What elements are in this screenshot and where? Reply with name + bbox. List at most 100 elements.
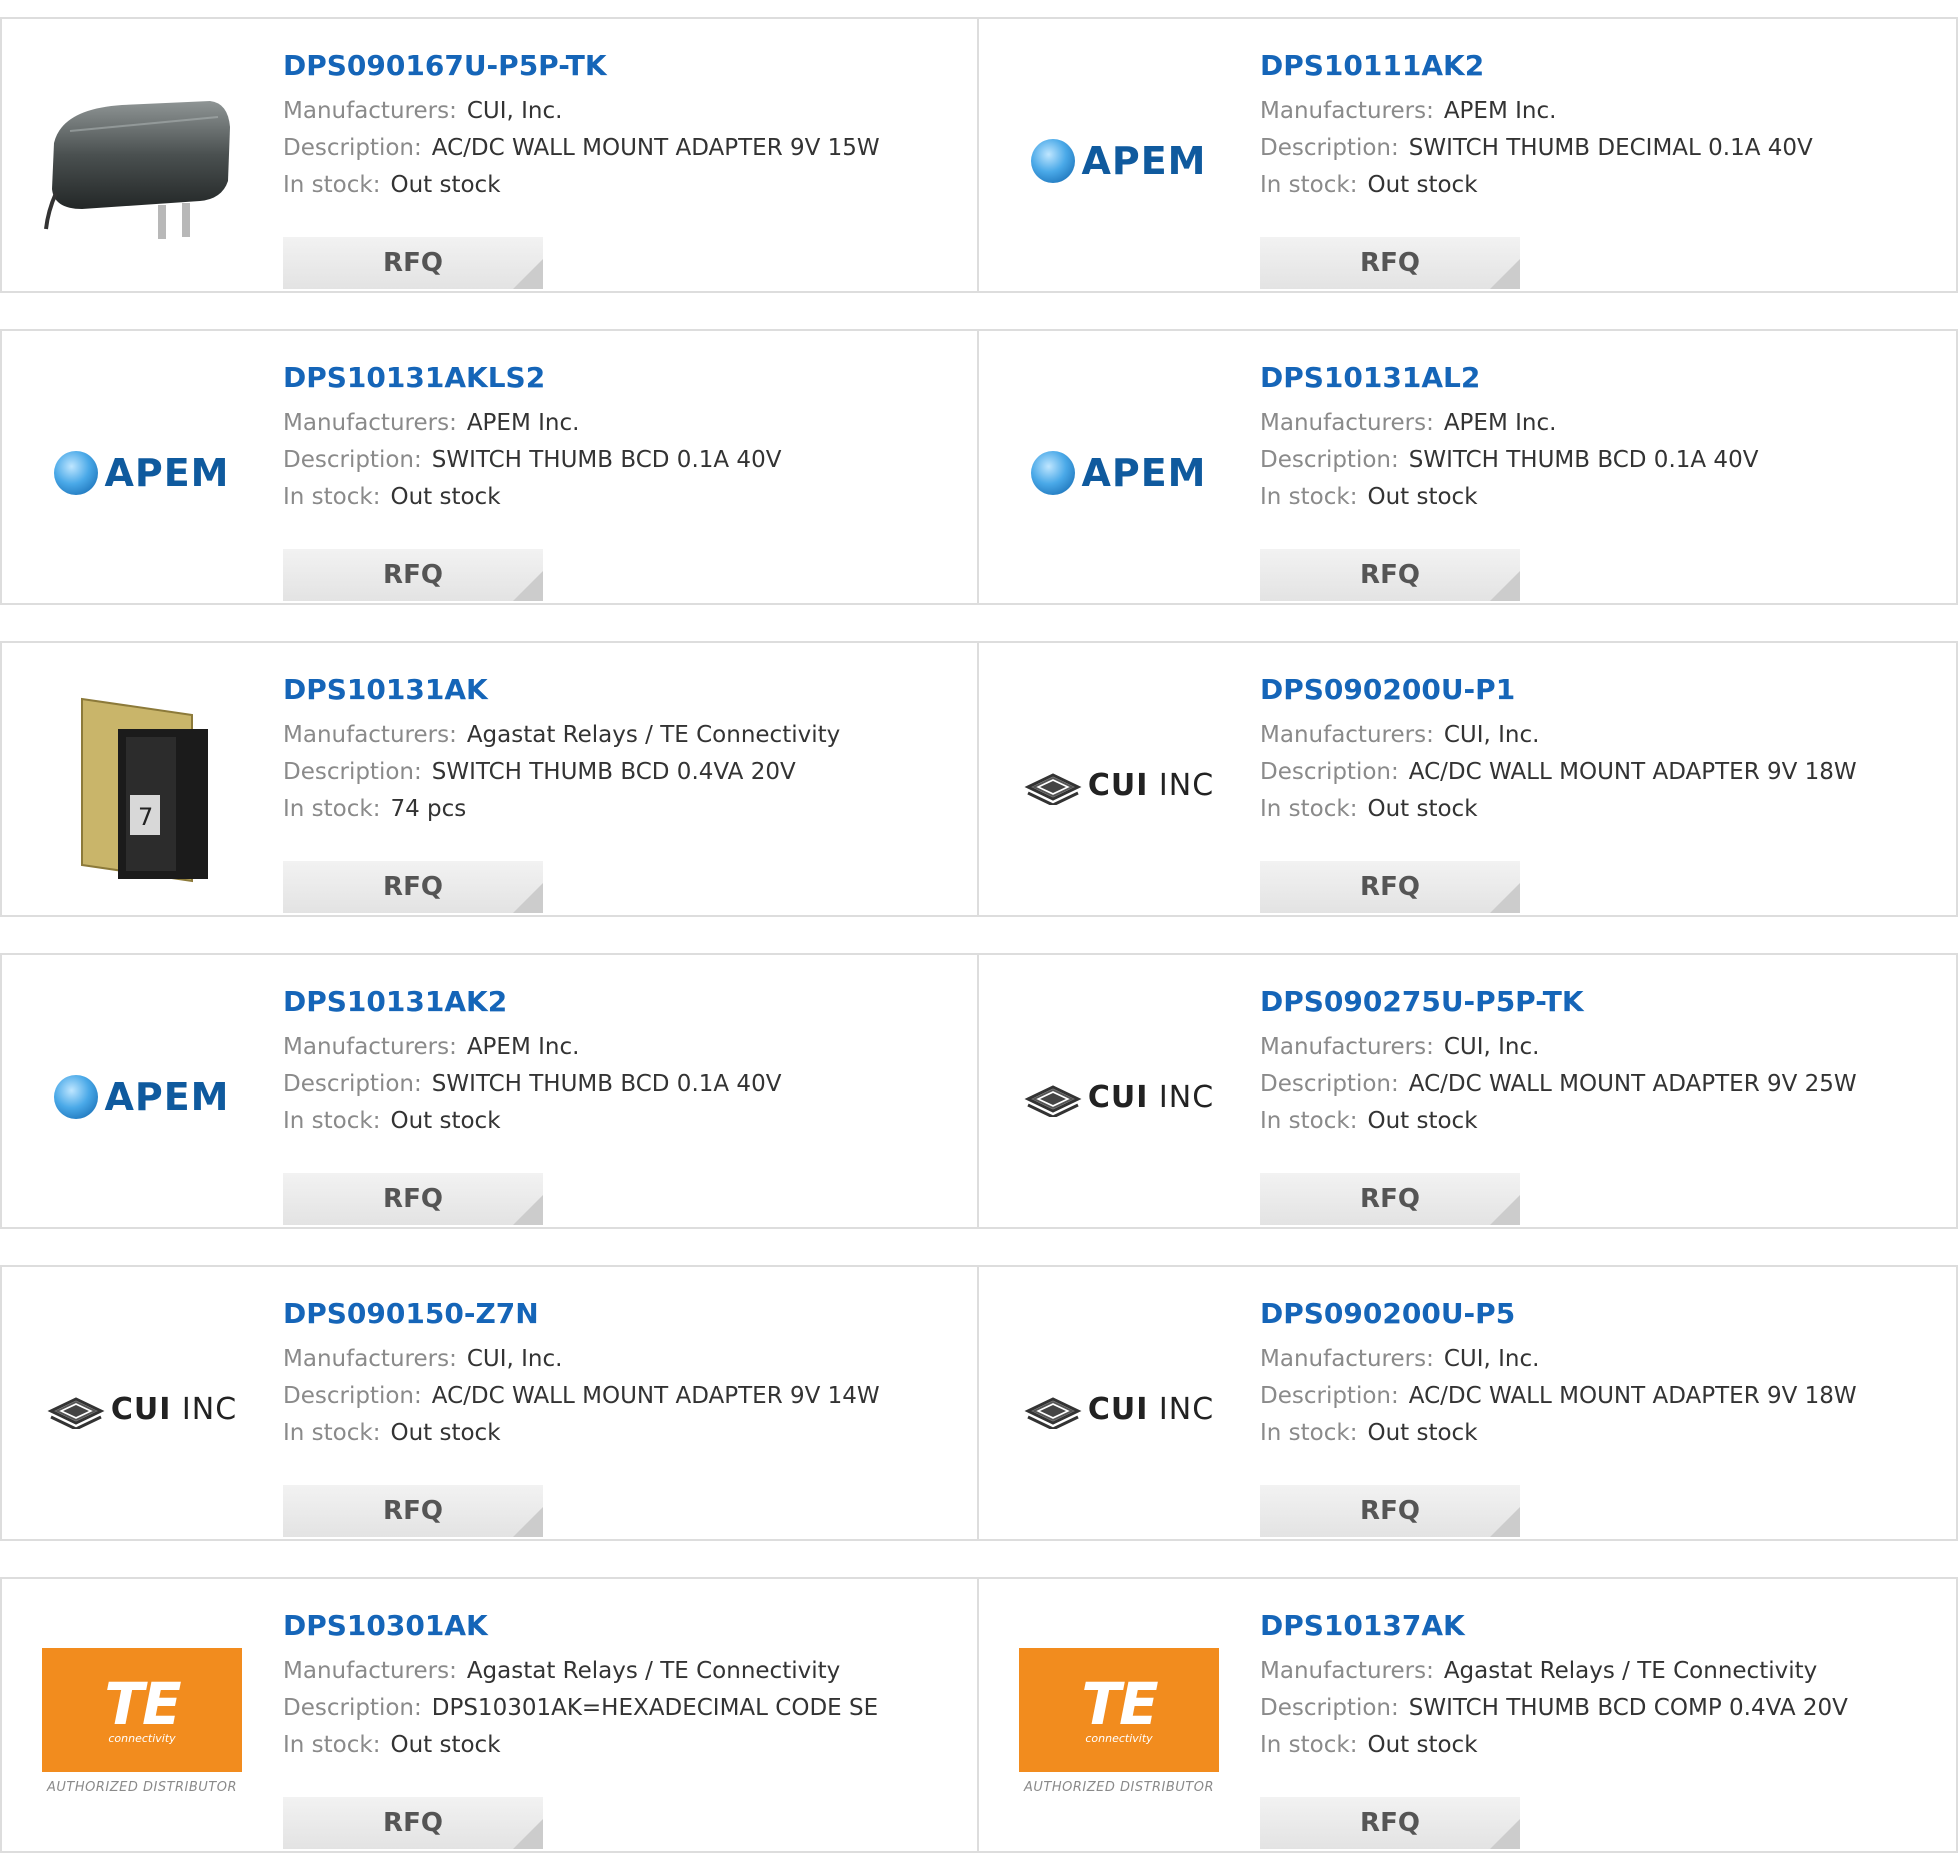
description-value: SWITCH THUMB DECIMAL 0.1A 40V: [1408, 135, 1813, 161]
rfq-button[interactable]: RFQ: [1260, 237, 1520, 289]
rfq-button[interactable]: RFQ: [1260, 1173, 1520, 1225]
product-thumbnail[interactable]: [42, 61, 242, 261]
description-value: SWITCH THUMB BCD 0.1A 40V: [431, 1071, 782, 1097]
rfq-corner-decoration: [1490, 1195, 1520, 1225]
product-thumbnail[interactable]: APEM: [1019, 373, 1219, 573]
description-line: Description: AC/DC WALL MOUNT ADAPTER 9V …: [1260, 1378, 1940, 1415]
product-row: APEM DPS10131AKLS2 Manufacturers: APEM Inc.…: [0, 329, 1958, 605]
product-info: DPS090200U-P5 Manufacturers: CUI, Inc. Desc…: [1260, 1297, 1940, 1452]
description-value: AC/DC WALL MOUNT ADAPTER 9V 14W: [431, 1383, 880, 1409]
svg-text:7: 7: [138, 803, 153, 831]
stock-label: In stock:: [1260, 1420, 1358, 1446]
product-card: CUI INC DPS090275U-P5P-TK Manufacturers: CU…: [979, 955, 1958, 1227]
cui-logo-light: INC: [1158, 1391, 1215, 1427]
stock-label: In stock:: [1260, 796, 1358, 822]
rfq-button[interactable]: RFQ: [1260, 1485, 1520, 1537]
description-line: Description: SWITCH THUMB BCD COMP 0.4VA …: [1260, 1690, 1940, 1727]
rfq-label: RFQ: [1360, 1496, 1420, 1526]
description-line: Description: AC/DC WALL MOUNT ADAPTER 9V …: [1260, 1066, 1940, 1103]
part-number-link[interactable]: DPS090200U-P5: [1260, 1297, 1940, 1331]
stock-value: Out stock: [1367, 1732, 1478, 1758]
product-thumbnail[interactable]: APEM: [1019, 61, 1219, 261]
stock-value: Out stock: [390, 484, 501, 510]
part-number-link[interactable]: DPS10131AL2: [1260, 361, 1940, 395]
description-line: Description: SWITCH THUMB BCD 0.4VA 20V: [283, 754, 963, 791]
cui-layers-icon: [47, 1397, 105, 1429]
manufacturer-line: Manufacturers: CUI, Inc.: [1260, 717, 1940, 754]
manufacturer-value: APEM Inc.: [1443, 410, 1557, 436]
product-thumbnail[interactable]: CUI INC: [42, 1309, 242, 1509]
stock-line: In stock: Out stock: [1260, 1415, 1940, 1452]
apem-logo-text: APEM: [1081, 139, 1207, 183]
rfq-corner-decoration: [513, 1507, 543, 1537]
description-line: Description: SWITCH THUMB BCD 0.1A 40V: [283, 1066, 963, 1103]
product-card: CUI INC DPS090150-Z7N Manufacturers: CUI, I…: [0, 1267, 979, 1539]
rfq-button[interactable]: RFQ: [283, 1173, 543, 1225]
manufacturer-value: CUI, Inc.: [466, 98, 563, 124]
product-thumbnail[interactable]: APEM: [42, 997, 242, 1197]
thumbwheel-switch-image: 7: [81, 697, 208, 883]
manufacturer-value: CUI, Inc.: [1443, 1346, 1540, 1372]
rfq-button[interactable]: RFQ: [1260, 861, 1520, 913]
part-number-link[interactable]: DPS10131AK: [283, 673, 963, 707]
manufacturer-label: Manufacturers:: [283, 410, 457, 436]
stock-line: In stock: Out stock: [1260, 1103, 1940, 1140]
rfq-button[interactable]: RFQ: [283, 237, 543, 289]
rfq-button[interactable]: RFQ: [283, 1797, 543, 1849]
stock-value: Out stock: [390, 1108, 501, 1134]
product-thumbnail[interactable]: CUI INC: [1019, 685, 1219, 885]
stock-value: Out stock: [390, 1732, 501, 1758]
description-label: Description:: [1260, 1695, 1399, 1721]
product-info: DPS10131AK Manufacturers: Agastat Relays /…: [283, 673, 963, 828]
cui-logo: CUI INC: [1024, 1077, 1214, 1117]
stock-line: In stock: 74 pcs: [283, 791, 963, 828]
part-number-link[interactable]: DPS090150-Z7N: [283, 1297, 963, 1331]
rfq-button[interactable]: RFQ: [283, 1485, 543, 1537]
product-thumbnail[interactable]: CUI INC: [1019, 1309, 1219, 1509]
product-card: APEM DPS10131AL2 Manufacturers: APEM Inc. De…: [979, 331, 1958, 603]
rfq-button[interactable]: RFQ: [283, 549, 543, 601]
description-line: Description: AC/DC WALL MOUNT ADAPTER 9V …: [1260, 754, 1940, 791]
part-number-link[interactable]: DPS10131AKLS2: [283, 361, 963, 395]
rfq-button[interactable]: RFQ: [1260, 549, 1520, 601]
te-logo-box: TE connectivity: [42, 1647, 242, 1772]
part-number-link[interactable]: DPS10111AK2: [1260, 49, 1940, 83]
product-thumbnail[interactable]: TE connectivity AUTHORIZED DISTRIBUTOR: [42, 1621, 242, 1821]
description-label: Description:: [1260, 447, 1399, 473]
rfq-button[interactable]: RFQ: [283, 861, 543, 913]
description-value: AC/DC WALL MOUNT ADAPTER 9V 15W: [431, 135, 880, 161]
description-label: Description:: [283, 1383, 422, 1409]
cui-layers-icon: [1024, 1085, 1082, 1117]
manufacturer-value: Agastat Relays / TE Connectivity: [1443, 1658, 1818, 1684]
part-number-link[interactable]: DPS10137AK: [1260, 1609, 1940, 1643]
stock-line: In stock: Out stock: [283, 1727, 963, 1764]
product-thumbnail[interactable]: TE connectivity AUTHORIZED DISTRIBUTOR: [1019, 1621, 1219, 1821]
te-logo-mark: TE: [104, 1670, 181, 1738]
rfq-button[interactable]: RFQ: [1260, 1797, 1520, 1849]
part-number-link[interactable]: DPS090200U-P1: [1260, 673, 1940, 707]
cui-logo: CUI INC: [47, 1389, 237, 1429]
rfq-corner-decoration: [513, 259, 543, 289]
description-line: Description: DPS10301AK=HEXADECIMAL CODE …: [283, 1690, 963, 1727]
description-line: Description: AC/DC WALL MOUNT ADAPTER 9V …: [283, 1378, 963, 1415]
part-number-link[interactable]: DPS10131AK2: [283, 985, 963, 1019]
part-number-link[interactable]: DPS090167U-P5P-TK: [283, 49, 963, 83]
product-card: APEM DPS10131AK2 Manufacturers: APEM Inc. De…: [0, 955, 979, 1227]
stock-value: Out stock: [1367, 484, 1478, 510]
cui-layers-icon: [1024, 1397, 1082, 1429]
product-thumbnail[interactable]: APEM: [42, 373, 242, 573]
manufacturer-line: Manufacturers: APEM Inc.: [1260, 93, 1940, 130]
rfq-corner-decoration: [1490, 883, 1520, 913]
product-card: 7 DPS10131AK Manufacturers: Agastat Relays …: [0, 643, 979, 915]
cui-logo-bold: CUI: [1087, 1391, 1149, 1427]
stock-label: In stock:: [1260, 484, 1358, 510]
part-number-link[interactable]: DPS090275U-P5P-TK: [1260, 985, 1940, 1019]
te-logo-mark: TE: [1081, 1670, 1158, 1738]
product-thumbnail[interactable]: CUI INC: [1019, 997, 1219, 1197]
product-thumbnail[interactable]: 7: [42, 685, 242, 885]
part-number-link[interactable]: DPS10301AK: [283, 1609, 963, 1643]
stock-label: In stock:: [283, 1732, 381, 1758]
product-info: DPS10301AK Manufacturers: Agastat Relays /…: [283, 1609, 963, 1764]
product-info: DPS090167U-P5P-TK Manufacturers: CUI, Inc.…: [283, 49, 963, 204]
te-authorized-text: AUTHORIZED DISTRIBUTOR: [46, 1779, 238, 1795]
